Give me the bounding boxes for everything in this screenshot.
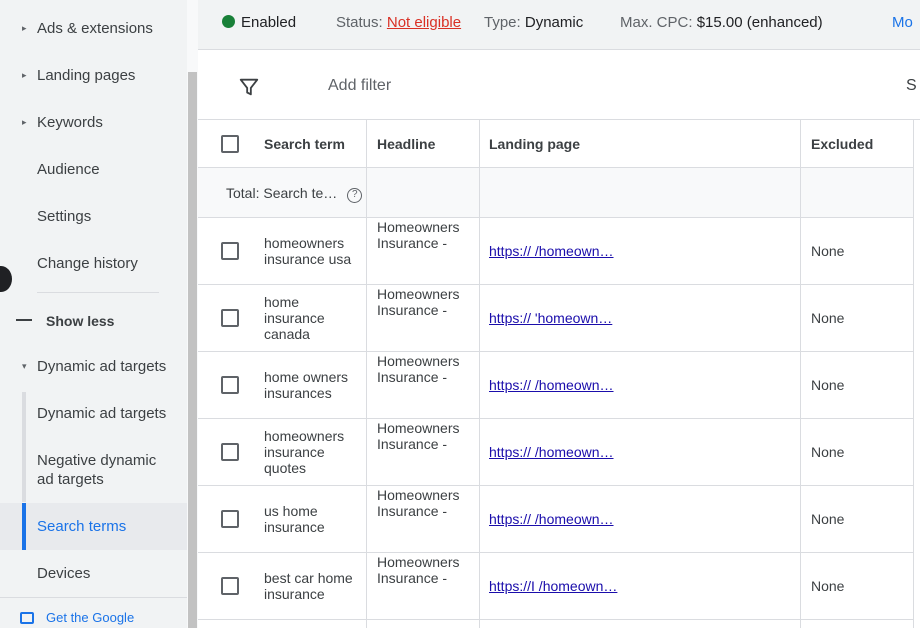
headline-cell: Homeowners Insurance - <box>377 353 460 385</box>
get-google-label: Get the Google <box>46 610 135 625</box>
search-term-cell: us home insurance <box>264 503 325 535</box>
sidebar-item-dynamic-ad-targets[interactable]: Dynamic ad targets <box>0 390 187 437</box>
total-label: Total: Search te…? <box>226 185 363 203</box>
landing-page-link[interactable]: https:// /homeown… <box>489 243 789 259</box>
header-headline[interactable]: Headline <box>377 136 435 152</box>
landing-page-link[interactable]: https:// /homeown… <box>489 377 789 393</box>
sidebar-scrollbar-thumb[interactable] <box>188 72 197 628</box>
excluded-cell: None <box>811 511 845 527</box>
row-checkbox[interactable] <box>221 443 239 461</box>
minus-icon <box>16 319 32 321</box>
device-icon <box>20 611 34 624</box>
headline-cell: Homeowners Insurance - <box>377 286 460 318</box>
sidebar-item-label: Change history <box>37 255 138 272</box>
selected-indicator <box>22 503 26 550</box>
sidebar-item-landing-pages[interactable]: ▸ Landing pages <box>0 52 187 99</box>
column-divider <box>800 120 801 628</box>
sidebar-item-label: Search terms <box>37 518 127 535</box>
column-divider <box>366 120 367 628</box>
search-terms-table: Search term Headline Landing page Exclud… <box>198 0 920 628</box>
sidebar-item-label: Keywords <box>37 114 103 131</box>
header-excluded[interactable]: Excluded <box>811 136 873 152</box>
search-term-cell: homeowners insurance usa <box>264 235 352 267</box>
sidebar-item-label: Audience <box>37 161 100 178</box>
excluded-cell: None <box>811 243 845 259</box>
row-checkbox[interactable] <box>221 376 239 394</box>
excluded-cell: None <box>811 444 845 460</box>
row-checkbox[interactable] <box>221 510 239 528</box>
landing-page-link[interactable]: https:// 'homeown… <box>489 310 789 326</box>
table-row[interactable]: homeowners insurance usa Homeowners Insu… <box>198 218 914 285</box>
show-less-label: Show less <box>46 312 115 329</box>
headline-cell: Homeowners Insurance - <box>377 420 460 452</box>
sidebar-item-keywords[interactable]: ▸ Keywords <box>0 99 187 146</box>
headline-cell: Homeowners Insurance - <box>377 487 460 519</box>
table-row[interactable]: home insurance canada Homeowners Insuran… <box>198 285 914 352</box>
excluded-cell: None <box>811 310 845 326</box>
sidebar-item-devices[interactable]: Devices <box>0 550 187 597</box>
row-checkbox[interactable] <box>221 577 239 595</box>
sidebar-item-label: Negative dynamic ad targets <box>37 452 157 488</box>
table-header-row: Search term Headline Landing page Exclud… <box>198 120 914 168</box>
sidebar-item-ads-extensions[interactable]: ▸ Ads & extensions <box>0 5 187 52</box>
sidebar-item-label: Dynamic ad targets <box>37 358 167 375</box>
sidebar-divider <box>37 292 159 293</box>
column-divider <box>479 120 480 628</box>
sidebar-item-settings[interactable]: Settings <box>0 193 187 240</box>
help-icon[interactable]: ? <box>347 188 363 203</box>
header-landing-page[interactable]: Landing page <box>489 136 580 152</box>
headline-cell: Homeowners Insurance - <box>377 219 460 251</box>
search-term-cell: homeowners insurance quotes <box>264 428 345 476</box>
show-less-button[interactable]: Show less <box>0 297 187 344</box>
landing-page-link[interactable]: https:// /homeown… <box>489 511 789 527</box>
table-row[interactable]: us home insurance Homeowners Insurance -… <box>198 486 914 553</box>
sidebar-section-dynamic-ad-targets[interactable]: ▾ Dynamic ad targets <box>0 343 187 390</box>
total-text: Total: Search te… <box>226 185 338 201</box>
caret-right-icon: ▸ <box>22 70 27 80</box>
select-all-checkbox[interactable] <box>221 135 239 153</box>
sidebar-item-label: Ads & extensions <box>37 20 153 37</box>
sidebar: ▸ Ads & extensions ▸ Landing pages ▸ Key… <box>0 0 198 628</box>
row-checkbox[interactable] <box>221 309 239 327</box>
column-divider <box>913 120 914 628</box>
table-row[interactable]: homeowners insurance quotes Homeowners I… <box>198 419 914 486</box>
table-total-row: Total: Search te…? <box>198 168 914 218</box>
search-term-cell: home owners insurances <box>264 369 349 401</box>
sidebar-item-audience[interactable]: Audience <box>0 146 187 193</box>
sidebar-item-label: Landing pages <box>37 67 136 84</box>
header-search-term[interactable]: Search term <box>264 136 345 152</box>
excluded-cell: None <box>811 578 845 594</box>
excluded-cell: None <box>811 377 845 393</box>
search-term-cell: best car home insurance <box>264 570 353 602</box>
caret-down-icon: ▾ <box>22 361 27 371</box>
table-row[interactable]: home owners insurances Homeowners Insura… <box>198 352 914 419</box>
search-term-cell: home insurance canada <box>264 294 325 342</box>
sidebar-item-search-terms[interactable]: Search terms <box>0 503 187 550</box>
sidebar-item-change-history[interactable]: Change history <box>0 240 187 287</box>
sidebar-footer-divider <box>0 597 187 598</box>
table-row[interactable]: best car home insurance Homeowners Insur… <box>198 553 914 620</box>
sidebar-item-negative-dynamic-ad-targets[interactable]: Negative dynamic ad targets <box>0 444 187 496</box>
caret-right-icon: ▸ <box>22 117 27 127</box>
caret-right-icon: ▸ <box>22 23 27 33</box>
sidebar-item-label: Dynamic ad targets <box>37 405 167 422</box>
get-google-link[interactable]: Get the Google <box>20 610 134 625</box>
headline-cell: Homeowners Insurance - <box>377 554 460 586</box>
row-checkbox[interactable] <box>221 242 239 260</box>
sidebar-item-label: Settings <box>37 208 92 225</box>
landing-page-link[interactable]: https://I /homeown… <box>489 578 789 594</box>
landing-page-link[interactable]: https:// /homeown… <box>489 444 789 460</box>
sidebar-item-label: Devices <box>37 565 91 582</box>
